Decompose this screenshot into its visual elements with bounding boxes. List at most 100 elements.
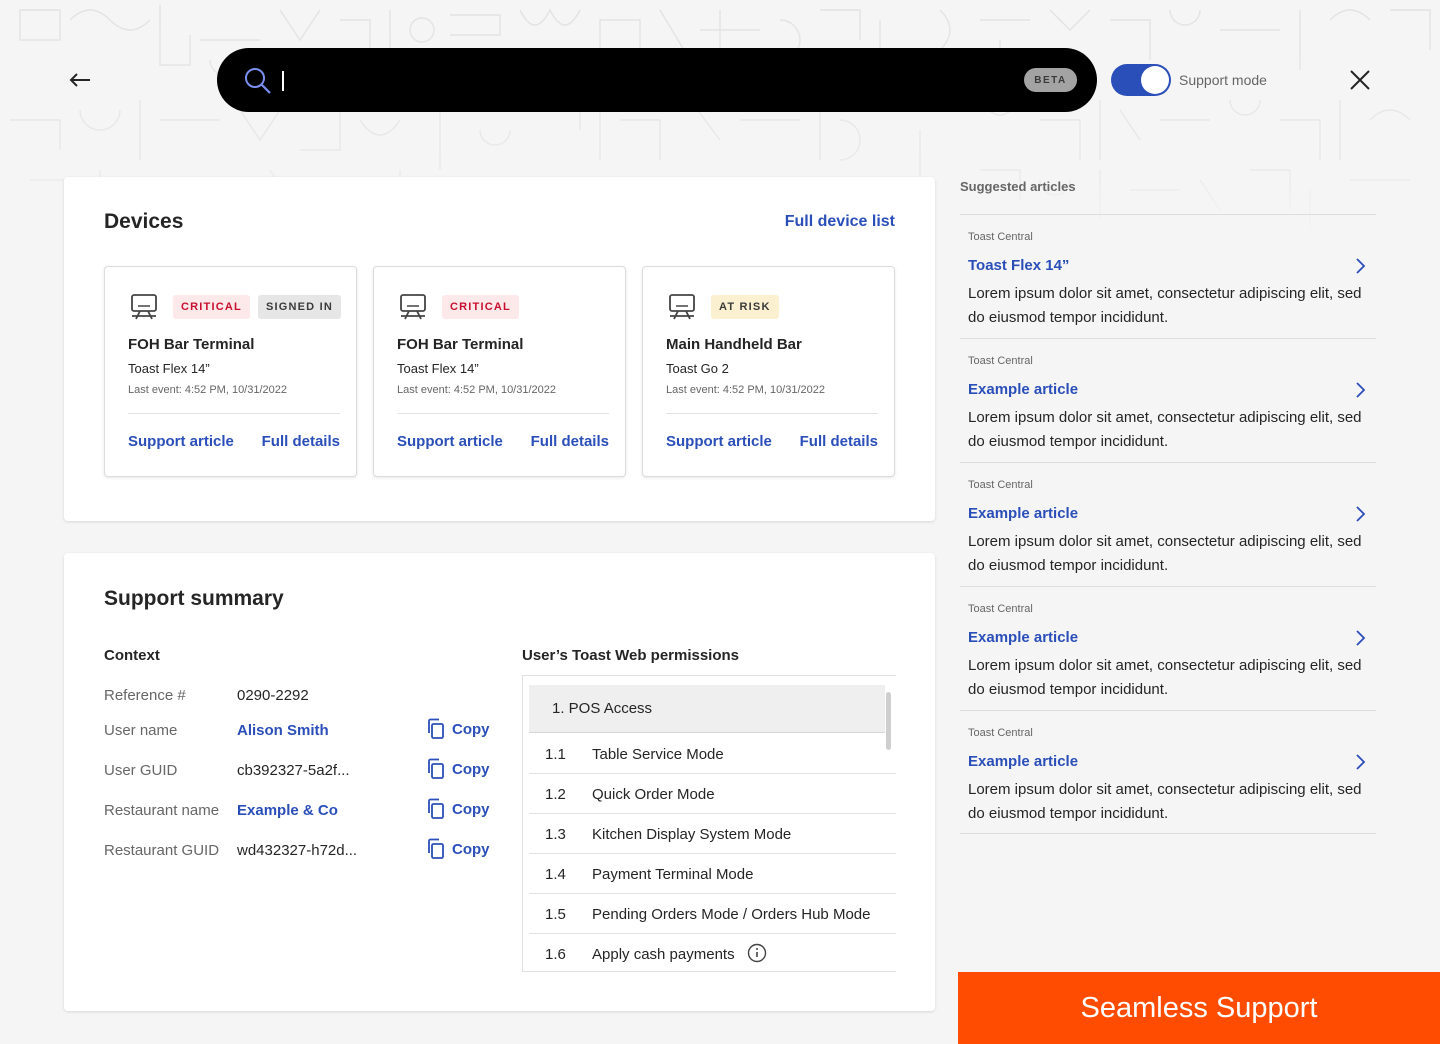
info-icon[interactable] xyxy=(747,943,767,963)
full-device-list-link[interactable]: Full device list xyxy=(785,213,895,231)
close-icon xyxy=(1350,70,1370,90)
copy-icon xyxy=(428,838,444,859)
user-name-link[interactable]: Alison Smith xyxy=(237,722,329,739)
status-badge-at-risk: AT RISK xyxy=(711,295,779,319)
suggested-articles-title: Suggested articles xyxy=(960,179,1076,194)
device-last-event: Last event: 4:52 PM, 10/31/2022 xyxy=(666,384,826,396)
copy-restaurant-name-button[interactable]: Copy xyxy=(426,798,490,820)
full-details-link[interactable]: Full details xyxy=(262,433,340,450)
article-item[interactable]: Toast Central Example article Lorem ipsu… xyxy=(960,338,1376,462)
status-badge-signed-in: SIGNED IN xyxy=(257,295,341,319)
arrow-left-icon xyxy=(69,73,90,87)
close-button[interactable] xyxy=(1344,64,1376,96)
permission-row: 1.5 Pending Orders Mode / Orders Hub Mod… xyxy=(529,894,896,934)
reference-value: 0290-2292 xyxy=(237,687,309,704)
devices-title: Devices xyxy=(104,210,184,233)
article-source: Toast Central xyxy=(968,355,1033,367)
permission-number: 1.3 xyxy=(545,826,566,843)
permission-label: Kitchen Display System Mode xyxy=(592,826,792,843)
device-name: FOH Bar Terminal xyxy=(397,336,524,353)
reference-label: Reference # xyxy=(104,687,186,704)
permission-label: Apply cash payments xyxy=(592,946,735,963)
restaurant-guid-value: wd432327-h72d... xyxy=(237,842,358,859)
status-badge-critical: CRITICAL xyxy=(173,295,250,319)
permission-label: Pending Orders Mode / Orders Hub Mode xyxy=(592,906,871,923)
copy-user-name-button[interactable]: Copy xyxy=(426,718,490,740)
terminal-icon xyxy=(131,294,157,320)
permission-row: 1.1 Table Service Mode xyxy=(529,734,896,774)
device-card[interactable]: CRITICAL SIGNED IN FOH Bar Terminal Toas… xyxy=(104,266,357,477)
article-item[interactable]: Toast Central Example article Lorem ipsu… xyxy=(960,462,1376,586)
copy-user-guid-button[interactable]: Copy xyxy=(426,758,490,780)
permissions-group-label: 1. POS Access xyxy=(552,700,653,717)
copy-icon xyxy=(428,798,444,819)
permission-number: 1.2 xyxy=(545,786,566,803)
support-mode-toggle[interactable] xyxy=(1111,64,1171,96)
device-last-event: Last event: 4:52 PM, 10/31/2022 xyxy=(397,384,557,396)
article-title: Example article xyxy=(968,505,1079,522)
devices-card: Devices Full device list CRITICAL SIGNED… xyxy=(64,177,935,521)
copy-label: Copy xyxy=(452,720,490,738)
support-summary-title: Support summary xyxy=(104,587,284,610)
divider xyxy=(960,833,1376,834)
user-guid-label: User GUID xyxy=(104,762,178,779)
status-badge-critical: CRITICAL xyxy=(442,295,519,319)
permission-label: Payment Terminal Mode xyxy=(592,866,754,883)
device-card[interactable]: CRITICAL FOH Bar Terminal Toast Flex 14”… xyxy=(373,266,626,477)
support-article-link[interactable]: Support article xyxy=(128,433,234,450)
permission-number: 1.6 xyxy=(545,946,566,963)
permission-row: 1.4 Payment Terminal Mode xyxy=(529,854,896,894)
article-title: Example article xyxy=(968,381,1079,398)
article-description: Lorem ipsum dolor sit amet, consectetur … xyxy=(968,657,1362,698)
device-card[interactable]: AT RISK Main Handheld Bar Toast Go 2 Las… xyxy=(642,266,895,477)
article-source: Toast Central xyxy=(968,603,1033,615)
copy-label: Copy xyxy=(452,760,490,778)
support-article-link[interactable]: Support article xyxy=(666,433,772,450)
chevron-right-icon xyxy=(1356,382,1366,398)
permission-number: 1.5 xyxy=(545,906,566,923)
full-details-link[interactable]: Full details xyxy=(531,433,609,450)
article-description: Lorem ipsum dolor sit amet, consectetur … xyxy=(968,409,1362,450)
permissions-list[interactable]: 1. POS Access 1.1 Table Service Mode 1.2… xyxy=(522,675,896,972)
context-title: Context xyxy=(104,647,160,664)
article-title: Toast Flex 14” xyxy=(968,257,1070,274)
article-item[interactable]: Toast Central Toast Flex 14” Lorem ipsum… xyxy=(960,214,1376,338)
search-input[interactable] xyxy=(283,64,1043,96)
permission-number: 1.4 xyxy=(545,866,566,883)
article-source: Toast Central xyxy=(968,231,1033,243)
device-model: Toast Go 2 xyxy=(666,361,729,376)
user-name-label: User name xyxy=(104,722,178,739)
copy-icon xyxy=(428,758,444,779)
device-last-event: Last event: 4:52 PM, 10/31/2022 xyxy=(128,384,288,396)
search-bar: BETA xyxy=(217,48,1097,112)
restaurant-name-link[interactable]: Example & Co xyxy=(237,802,338,819)
article-item[interactable]: Toast Central Example article Lorem ipsu… xyxy=(960,710,1376,834)
copy-label: Copy xyxy=(452,800,490,818)
permissions-group-header[interactable]: 1. POS Access xyxy=(529,685,885,733)
restaurant-guid-label: Restaurant GUID xyxy=(104,842,220,859)
article-description: Lorem ipsum dolor sit amet, consectetur … xyxy=(968,781,1362,822)
device-name: Main Handheld Bar xyxy=(666,336,802,353)
back-button[interactable] xyxy=(62,64,98,96)
permission-number: 1.1 xyxy=(545,746,566,763)
beta-badge: BETA xyxy=(1024,68,1077,92)
device-model: Toast Flex 14” xyxy=(128,361,210,376)
article-source: Toast Central xyxy=(968,479,1033,491)
full-details-link[interactable]: Full details xyxy=(800,433,878,450)
permission-label: Table Service Mode xyxy=(592,746,724,763)
device-badges: CRITICAL xyxy=(442,295,519,319)
terminal-icon xyxy=(669,294,695,320)
permission-label: Quick Order Mode xyxy=(592,786,715,803)
chevron-right-icon xyxy=(1356,506,1366,522)
copy-restaurant-guid-button[interactable]: Copy xyxy=(426,838,490,860)
seamless-support-banner: Seamless Support xyxy=(958,972,1440,1044)
device-badges: CRITICAL SIGNED IN xyxy=(173,295,341,319)
chevron-right-icon xyxy=(1356,258,1366,274)
support-article-link[interactable]: Support article xyxy=(397,433,503,450)
divider xyxy=(397,413,609,414)
divider xyxy=(666,413,878,414)
device-name: FOH Bar Terminal xyxy=(128,336,255,353)
article-description: Lorem ipsum dolor sit amet, consectetur … xyxy=(968,285,1362,326)
article-item[interactable]: Toast Central Example article Lorem ipsu… xyxy=(960,586,1376,710)
device-badges: AT RISK xyxy=(711,295,779,319)
